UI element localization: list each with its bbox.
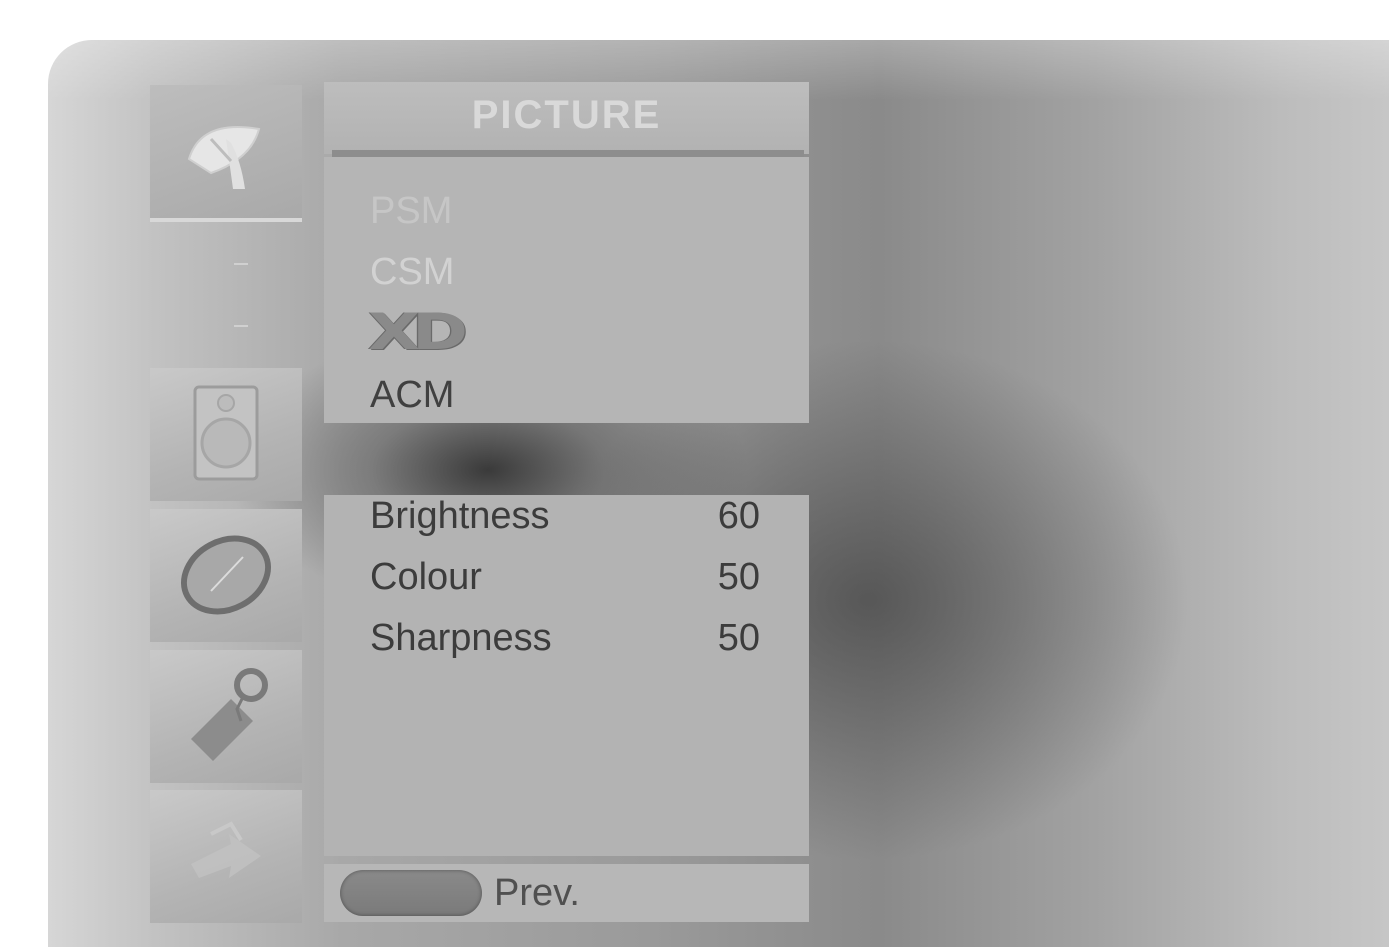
arrows-icon <box>171 804 281 909</box>
satellite-dish-icon <box>171 99 281 204</box>
divider <box>234 263 248 265</box>
setting-row-colour[interactable]: Colour 50 <box>370 556 770 616</box>
picture-mode-list: PSM CSM XD ACM <box>324 157 809 423</box>
speaker-icon <box>181 377 271 492</box>
setting-value: 50 <box>717 556 760 598</box>
menu-item-acm[interactable]: ACM <box>370 373 454 417</box>
xd-logo[interactable]: XD <box>368 305 468 359</box>
tab-audio[interactable] <box>150 368 302 501</box>
prev-label: Prev. <box>494 872 580 914</box>
prev-button[interactable] <box>340 870 482 916</box>
title-divider <box>332 150 804 157</box>
setting-row-sharpness[interactable]: Sharpness 50 <box>370 617 770 677</box>
menu-item-csm[interactable]: CSM <box>370 250 454 294</box>
key-tag-icon <box>171 659 281 774</box>
setting-label: Brightness <box>370 495 550 537</box>
tab-setup[interactable] <box>150 85 302 222</box>
setting-row-brightness[interactable]: Brightness 60 <box>370 495 770 555</box>
divider <box>234 325 248 327</box>
picture-adjustment-list: Brightness 60 Colour 50 Sharpness 50 <box>324 495 809 856</box>
setting-value: 60 <box>717 495 760 537</box>
tab-input[interactable] <box>150 790 302 923</box>
category-icon-column <box>150 85 302 923</box>
setting-value: 50 <box>717 617 760 659</box>
menu-footer: Prev. <box>324 864 809 922</box>
clock-icon <box>171 523 281 628</box>
setting-label: Sharpness <box>370 617 552 659</box>
tab-option[interactable] <box>150 650 302 783</box>
menu-item-psm[interactable]: PSM <box>370 189 452 233</box>
menu-title: PICTURE <box>324 82 809 154</box>
setting-label: Colour <box>370 556 482 598</box>
tab-time[interactable] <box>150 509 302 642</box>
